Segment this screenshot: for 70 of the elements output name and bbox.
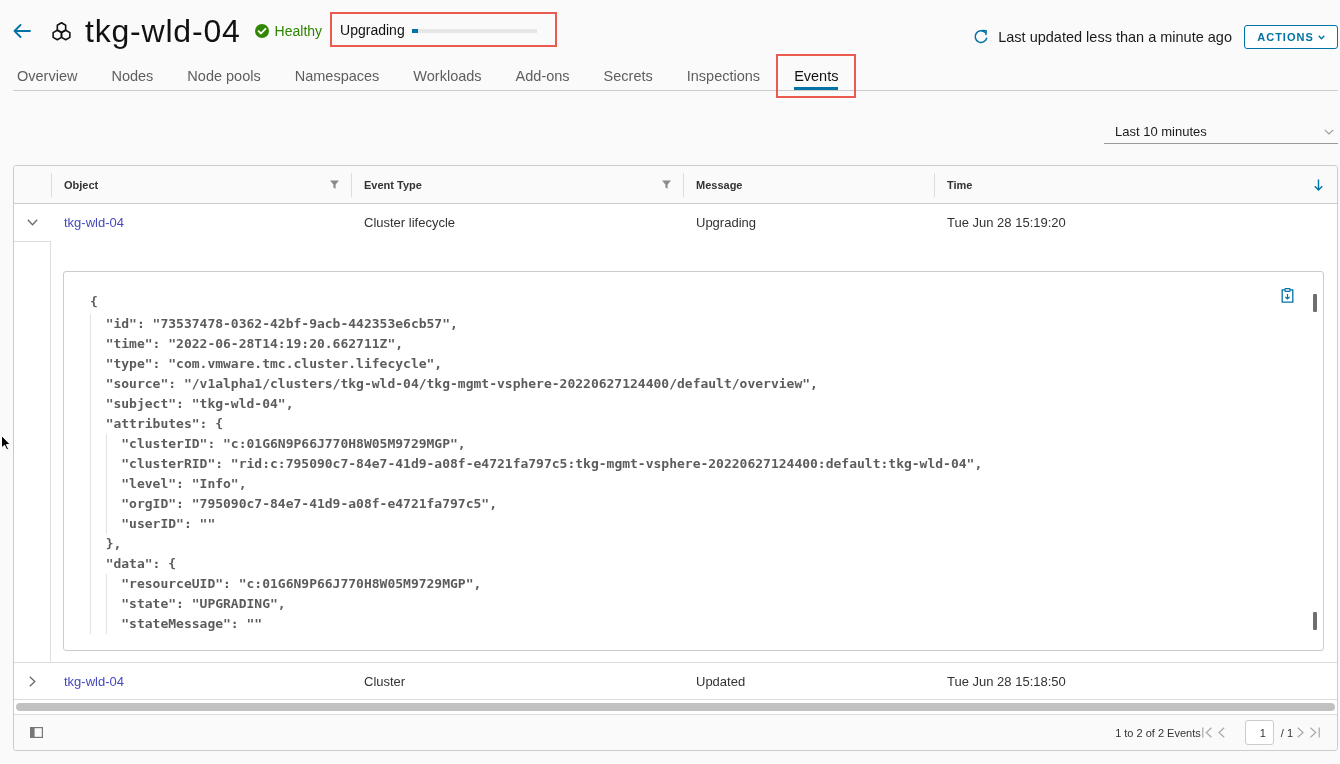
filter-icon[interactable] [330,180,339,189]
columns-icon [29,727,43,738]
page-total: / 1 [1280,726,1293,739]
upgrade-status: Upgrading [340,21,405,38]
health-status: Healthy [274,23,323,39]
caret-icon [1317,34,1325,40]
tab[interactable]: Node pools [187,52,261,90]
code-line: "subject": "tkg-wld-04", [105,396,294,411]
tab[interactable]: Namespaces [294,52,380,90]
tab[interactable]: Nodes [111,52,154,90]
back-arrow-icon [13,24,31,38]
pagination-summary: 1 to 2 of 2 Events [1115,726,1201,739]
event-message: Updated [696,673,746,689]
column-header[interactable]: Time [935,172,1337,197]
code-line: }, [105,536,122,551]
refresh-icon [973,29,990,45]
down-arrow-icon[interactable] [1314,178,1323,191]
code-line: "state": "UPGRADING", [121,596,286,611]
copy-button[interactable] [1280,287,1295,304]
tab[interactable]: Events [794,52,839,90]
hexagons-icon [51,21,72,41]
cluster-title: tkg-wld-04 [85,12,241,51]
event-time: Tue Jun 28 15:19:20 [947,215,1066,230]
tab[interactable]: Secrets [603,52,653,90]
code-line: "source": "/v1alpha1/clusters/tkg-wld-04/tkg-mgmt-vsphere-20220627124400/default/overview", [105,376,818,391]
code-line: "clusterID": "c:01G6N9P66J770H8W05M9729MGP", [121,436,466,451]
chevron-down-icon [1324,128,1334,135]
check-circle-icon [254,24,269,38]
filter-icon[interactable] [662,180,671,189]
code-line: "time": "2022-06-28T14:19:20.662711Z", [105,336,404,351]
tab[interactable]: Inspections [686,52,761,90]
first-page-icon [1202,727,1214,738]
last-page-button[interactable] [1307,725,1321,740]
chevron-right-icon [1296,727,1304,738]
code-line: "attributes": { [105,416,224,431]
code-line: "clusterRID": "rid:c:795090c7-84e7-41d9-a08f-e4721fa797c5:tkg-mgmt-vsphere-20220627124400:default:tkg-wld-04", [121,456,983,471]
code-line: "resourceUID": "c:01G6N9P66J770H8W05M9729MGP", [121,576,482,591]
page-input[interactable]: 1 [1244,720,1274,745]
code-line: "userID": "" [121,516,216,531]
back-button[interactable] [13,22,31,40]
code-line: "orgID": "795090c7-84e7-41d9-a08f-e4721fa797c5", [121,496,497,511]
code-line: "id": "73537478-0362-42bf-9acb-442353e6cb57", [105,316,458,331]
first-page-button[interactable] [1200,725,1215,740]
object-link[interactable]: tkg-wld-04 [64,673,124,689]
chevron-right-icon [29,675,36,687]
event-message: Upgrading [696,215,756,230]
code-line: "data": { [105,556,177,571]
tab[interactable]: Workloads [413,52,482,90]
chevron-down-icon [27,219,38,226]
column-toggle-button[interactable] [29,725,43,740]
code-line: { [90,294,98,309]
clipboard-icon [1281,288,1294,303]
time-range-select[interactable]: Last 10 minutes [1104,120,1338,144]
event-time: Tue Jun 28 15:18:50 [947,673,1066,689]
object-link[interactable]: tkg-wld-04 [64,215,124,230]
column-header[interactable]: Message [684,172,934,197]
code-line: "type": "com.vmware.tmc.cluster.lifecycle", [105,356,443,371]
actions-button[interactable]: ACTIONS [1244,25,1338,49]
column-header[interactable]: Event Type [352,172,683,197]
tab[interactable]: Overview [17,52,78,90]
last-page-icon [1308,727,1320,738]
tab[interactable]: Add-ons [515,52,570,90]
last-updated-text: Last updated less than a minute ago [998,29,1232,45]
scrollbar[interactable] [16,703,1335,711]
code-line: "stateMessage": "" [121,616,263,631]
code-line: "level": "Info", [121,476,247,491]
event-type: Cluster [364,673,406,689]
chevron-left-icon [1218,727,1226,738]
column-header[interactable]: Object [52,172,351,197]
event-type: Cluster lifecycle [364,215,456,230]
